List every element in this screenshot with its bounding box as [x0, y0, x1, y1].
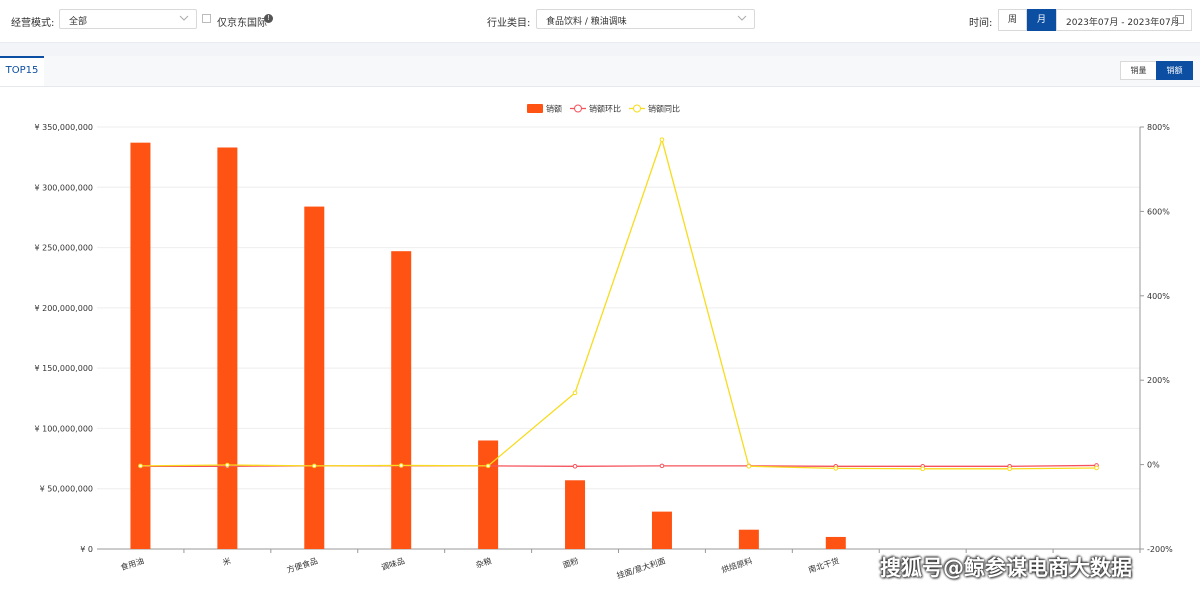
line-point	[920, 466, 926, 472]
bar	[217, 147, 238, 550]
line-point	[1007, 466, 1012, 472]
calendar-icon	[1175, 15, 1184, 24]
bar	[478, 440, 499, 549]
category-select-value: 食品饮料 / 粮油调味	[546, 17, 627, 27]
y-left-tick-label: ¥ 0	[80, 545, 93, 554]
line-point	[138, 463, 143, 469]
mode-select[interactable]: 全部	[59, 9, 197, 29]
legend-label: 销额环比	[589, 104, 621, 114]
bar	[565, 480, 586, 549]
legend-marker	[574, 104, 582, 113]
section-divider	[0, 43, 1200, 56]
line-point	[659, 463, 665, 469]
chevron-down-icon	[737, 15, 747, 21]
mode-label: 经营模式:	[11, 18, 55, 29]
line-point	[572, 390, 578, 396]
bar	[391, 251, 412, 549]
x-tick-label: 方便食品	[285, 555, 319, 574]
y-right-tick-label: 200%	[1147, 376, 1170, 385]
y-left-tick-label: ¥ 50,000,000	[40, 485, 93, 494]
y-right-tick-label: 600%	[1147, 207, 1170, 216]
x-tick-label: 米	[221, 555, 232, 567]
watermark: 搜狐号@鲸参谋电商大数据	[880, 556, 1132, 580]
y-left-tick-label: ¥ 200,000,000	[34, 304, 93, 313]
y-left-tick-label: ¥ 150,000,000	[34, 364, 93, 373]
line-point	[398, 463, 404, 468]
x-tick-label: 挂面/意大利面	[615, 555, 666, 580]
filter-bar: 经营模式: 全部 仅京东国际 ! 行业类目: 食品饮料 / 粮油调味 时间: 周…	[0, 0, 1200, 43]
line-point	[572, 463, 578, 469]
line-point	[311, 463, 317, 469]
line-point	[746, 463, 752, 469]
y-left-tick-label: ¥ 100,000,000	[34, 424, 93, 433]
sales-chart: ¥ 0 ¥ 50,000,000 ¥ 100,000,000 ¥ 150,000,00…	[34, 104, 1173, 581]
y-left-tick-label: ¥ 350,000,000	[34, 123, 93, 132]
legend-swatch	[527, 104, 543, 113]
y-right-tick-label: 800%	[1147, 123, 1170, 132]
date-range-picker[interactable]: 2023年07月 - 2023年07月	[1056, 9, 1192, 31]
category-select[interactable]: 食品饮料 / 粮油调味	[536, 9, 755, 29]
period-week-button[interactable]: 周	[998, 9, 1027, 31]
y-right-tick-label: 400%	[1147, 292, 1170, 301]
x-tick-label: 烘焙原料	[720, 555, 754, 574]
x-tick-label: 南北干货	[807, 555, 841, 574]
y-right-tick-label: 0%	[1147, 461, 1160, 470]
bar	[738, 529, 759, 549]
tab-bar: TOP15 销量 销额	[0, 56, 1200, 87]
legend-label: 销额	[546, 104, 562, 114]
line-point	[1094, 465, 1099, 471]
info-icon[interactable]: !	[264, 14, 273, 23]
line-point	[225, 462, 230, 468]
line-point	[485, 463, 491, 469]
x-tick-label: 杂粮	[474, 555, 492, 569]
bar	[825, 536, 846, 549]
x-tick-label: 调味品	[380, 555, 406, 572]
y-left-tick-label: ¥ 300,000,000	[34, 183, 93, 192]
x-tick-label: 面粉	[561, 555, 579, 569]
series-line	[140, 137, 1097, 470]
line-point	[833, 466, 839, 471]
y-left-tick-label: ¥ 250,000,000	[34, 244, 93, 253]
y-right-tick-label: -200%	[1147, 545, 1173, 554]
mode-select-value: 全部	[69, 17, 88, 27]
tab-top15[interactable]: TOP15	[0, 56, 44, 86]
legend-marker	[633, 104, 641, 113]
time-label: 时间:	[969, 18, 993, 29]
x-tick-label: 食用油	[119, 555, 145, 572]
date-range-value: 2023年07月 - 2023年07月	[1066, 18, 1180, 28]
legend-label: 销额同比	[648, 104, 680, 114]
bar	[304, 206, 325, 549]
metric-amount-button[interactable]: 销额	[1156, 61, 1193, 80]
category-label: 行业类目:	[487, 18, 531, 29]
chevron-down-icon	[179, 15, 189, 21]
bar	[651, 511, 672, 549]
bar	[130, 142, 151, 549]
metric-volume-button[interactable]: 销量	[1120, 61, 1157, 80]
jd-intl-label: 仅京东国际	[217, 18, 267, 29]
line-point	[659, 137, 665, 142]
period-month-button[interactable]: 月	[1027, 9, 1056, 31]
jd-intl-checkbox[interactable]	[202, 14, 211, 23]
